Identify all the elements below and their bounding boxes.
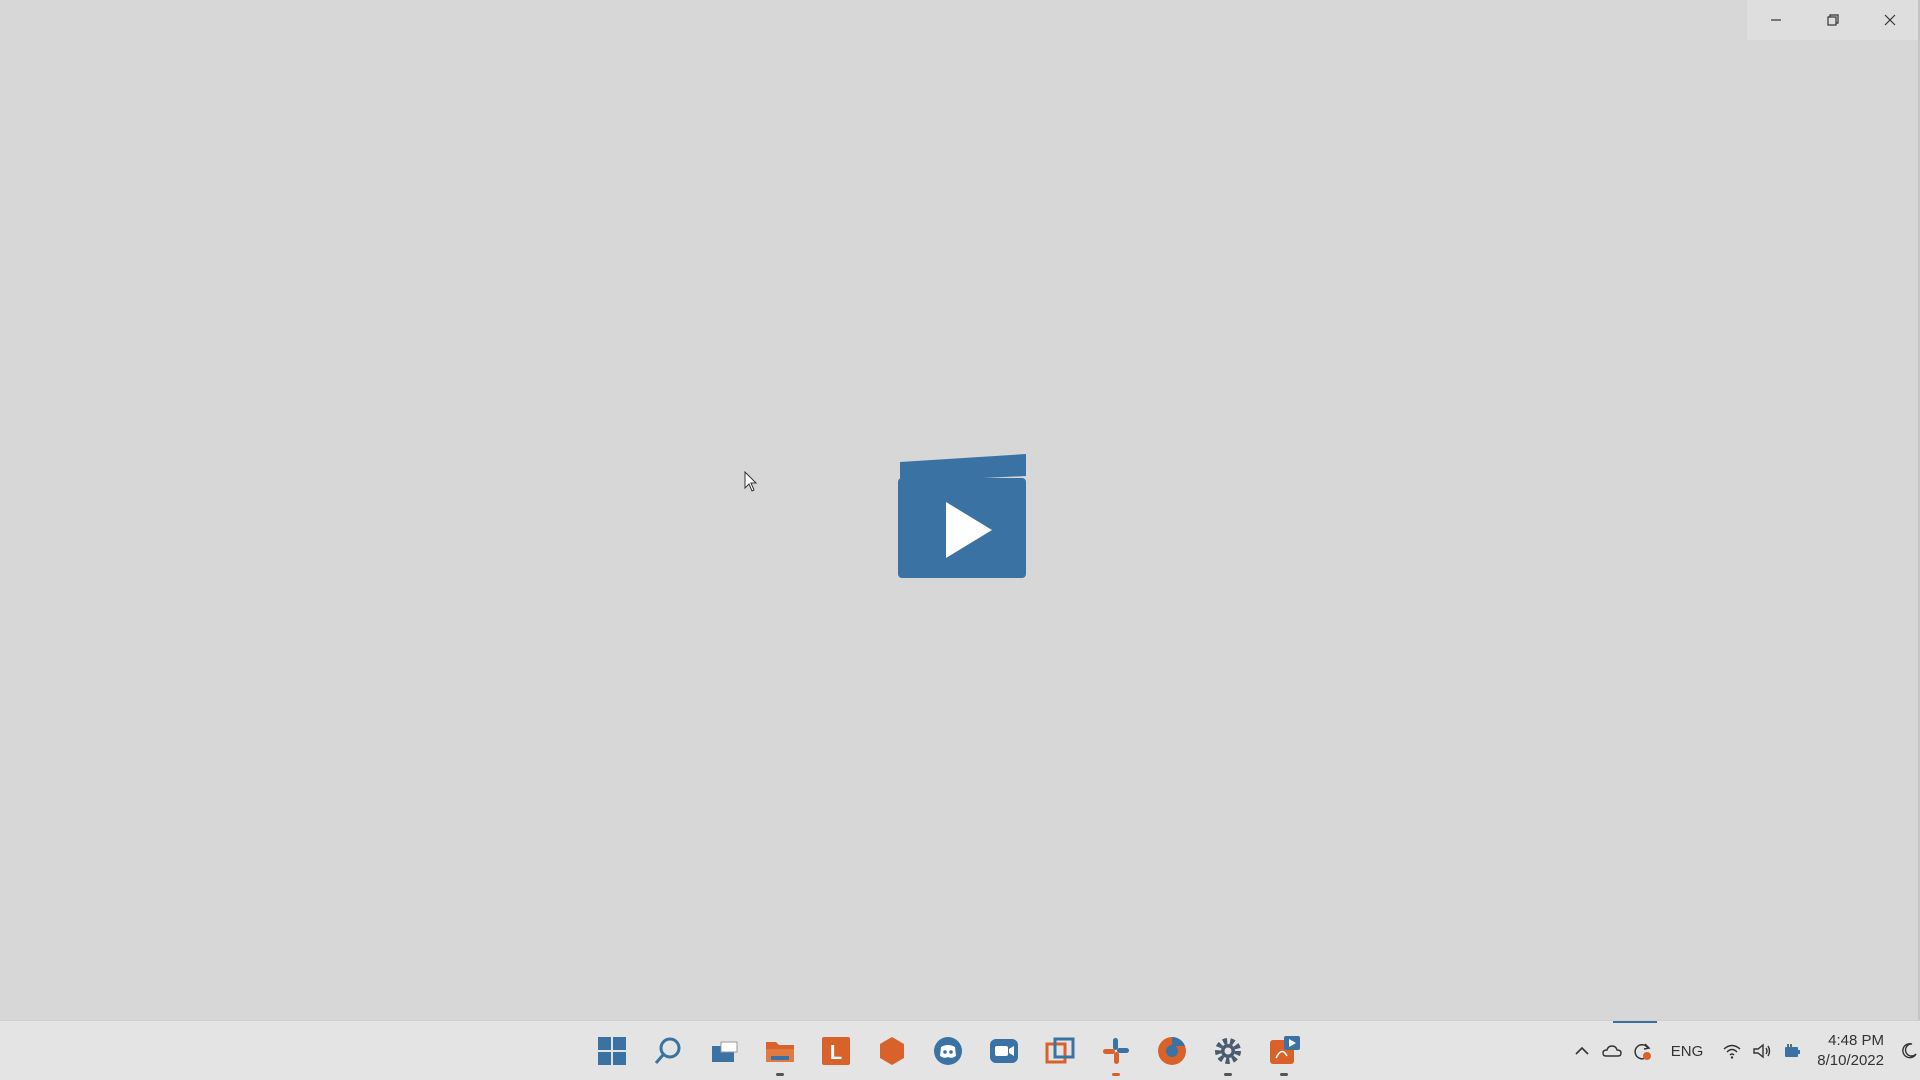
minimize-icon — [1770, 19, 1781, 21]
start-button[interactable] — [584, 1021, 640, 1080]
volume-icon — [1753, 1043, 1771, 1059]
running-indicator — [1224, 1073, 1232, 1076]
taskbar-apps: L — [584, 1021, 1312, 1080]
app-window — [0, 0, 1920, 1020]
discord-icon — [934, 1037, 962, 1065]
clock-date: 8/10/2022 — [1817, 1052, 1884, 1069]
slack-icon — [1103, 1038, 1129, 1064]
battery-icon — [1785, 1044, 1801, 1057]
clock-time: 4:48 PM — [1828, 1032, 1884, 1049]
file-explorer-button[interactable] — [752, 1021, 808, 1080]
close-button[interactable] — [1861, 0, 1918, 40]
task-view-icon — [712, 1041, 738, 1062]
l-app-icon: L — [822, 1037, 850, 1065]
minimize-button[interactable] — [1747, 0, 1804, 40]
gear-icon — [1215, 1038, 1241, 1064]
show-hidden-icons-button[interactable] — [1567, 1021, 1597, 1080]
clock[interactable]: 4:48 PM 8/10/2022 — [1807, 1031, 1898, 1071]
input-language-indicator[interactable]: ENG — [1657, 1043, 1718, 1060]
running-indicator — [1280, 1073, 1288, 1076]
pdf-icon — [1270, 1036, 1300, 1064]
slack-button[interactable] — [1088, 1021, 1144, 1080]
close-icon — [1884, 14, 1895, 26]
chevron-up-icon — [1575, 1046, 1589, 1055]
settings-button[interactable] — [1200, 1021, 1256, 1080]
system-tray: ENG 4:48 PM 8/10/2022 — [1567, 1021, 1920, 1080]
discord-button[interactable] — [920, 1021, 976, 1080]
running-indicator — [776, 1073, 784, 1076]
folder-icon — [766, 1042, 794, 1062]
zoom-button[interactable] — [976, 1021, 1032, 1080]
battery-button[interactable] — [1777, 1021, 1807, 1080]
restore-icon — [1826, 14, 1839, 26]
browser-button[interactable] — [1144, 1021, 1200, 1080]
search-icon — [654, 1037, 681, 1064]
moon-icon — [1902, 1042, 1917, 1059]
l-app-label: L — [830, 1042, 842, 1064]
pdf-reader-button[interactable] — [1256, 1021, 1312, 1080]
hexagon-app-icon — [880, 1037, 904, 1065]
hexagon-app-button[interactable] — [864, 1021, 920, 1080]
onedrive-button[interactable] — [1597, 1021, 1627, 1080]
restore-button[interactable] — [1804, 0, 1861, 40]
wifi-icon — [1723, 1044, 1741, 1059]
volume-button[interactable] — [1747, 1021, 1777, 1080]
search-button[interactable] — [640, 1021, 696, 1080]
browser-icon — [1158, 1037, 1186, 1065]
network-button[interactable] — [1717, 1021, 1747, 1080]
sync-button[interactable] — [1627, 1021, 1657, 1080]
task-view-button[interactable] — [696, 1021, 752, 1080]
l-app-button[interactable]: L — [808, 1021, 864, 1080]
video-player-icon — [898, 454, 1026, 578]
focus-assist-button[interactable] — [1898, 1021, 1920, 1080]
mouse-cursor-icon — [744, 471, 758, 492]
onedrive-cloud-icon — [1602, 1045, 1622, 1057]
taskbar: L ENG 4:48 PM 8/10/2022 — [0, 1020, 1920, 1080]
running-indicator — [1112, 1073, 1120, 1076]
screen-capture-icon — [1045, 1037, 1075, 1064]
video-camera-icon — [990, 1039, 1018, 1063]
windows-start-icon — [598, 1037, 626, 1065]
screen-capture-button[interactable] — [1032, 1021, 1088, 1080]
sync-icon — [1634, 1043, 1651, 1060]
caption-buttons — [1747, 0, 1918, 40]
